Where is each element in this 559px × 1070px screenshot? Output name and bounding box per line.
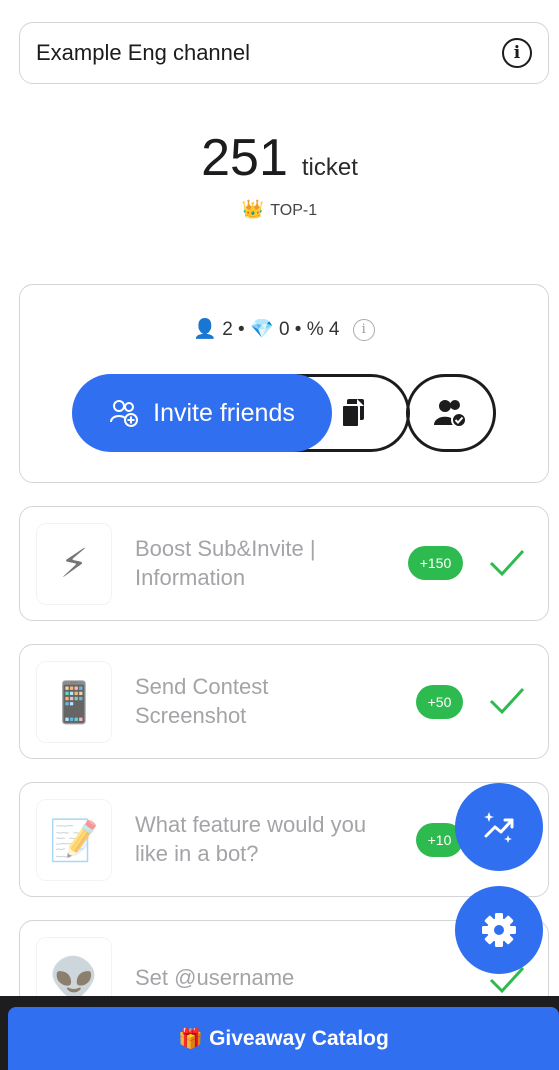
task-title: Send Contest Screenshot	[135, 674, 269, 728]
percent-value: % 4	[306, 319, 340, 340]
my-friends-button[interactable]	[406, 374, 496, 452]
channel-selector[interactable]: Example Eng channel i	[19, 22, 549, 84]
task-title: Boost Sub&Invite | Information	[135, 536, 316, 590]
ticket-unit: ticket	[301, 154, 358, 181]
giveaway-catalog-button[interactable]: 🎁 Giveaway Catalog	[8, 1007, 559, 1070]
task-item[interactable]: 📱 Send Contest Screenshot +50	[19, 644, 549, 759]
settings-fab-button[interactable]	[455, 886, 543, 974]
reward-badge: +50	[416, 685, 463, 719]
gems-count: 0	[278, 319, 290, 340]
phone-icon: 📱	[36, 661, 112, 743]
check-icon	[489, 549, 525, 577]
task-title: Set @username	[135, 965, 295, 990]
gem-icon: 💎	[249, 319, 274, 340]
lightning-icon: ⚡	[36, 523, 112, 605]
ticket-count: 251	[201, 129, 288, 187]
user-icon: 👤	[193, 319, 217, 340]
friends-check-icon	[434, 400, 467, 428]
giveaway-catalog-label: Giveaway Catalog	[209, 1026, 389, 1050]
task-title: What feature would you like in a bot?	[135, 812, 367, 866]
copy-icon	[342, 399, 364, 427]
stats-info-icon[interactable]: i	[352, 318, 375, 341]
gift-icon: 🎁	[178, 1028, 204, 1050]
stats-fab-button[interactable]	[455, 783, 543, 871]
separator: •	[294, 319, 302, 340]
ticket-counter: 251 ticket	[0, 128, 559, 188]
memo-icon: 📝	[36, 799, 112, 881]
separator: •	[238, 319, 245, 340]
rank-badge: 👑 TOP-1	[0, 199, 559, 220]
invite-card: 👤 2 • 💎 0 • % 4 i Invite friends	[19, 284, 549, 483]
add-user-icon	[110, 400, 139, 427]
info-icon[interactable]: i	[502, 38, 532, 68]
rank-label: TOP-1	[270, 202, 318, 219]
invite-friends-label: Invite friends	[153, 398, 295, 427]
task-item[interactable]: ⚡ Boost Sub&Invite | Information +150	[19, 506, 549, 621]
invite-friends-button[interactable]: Invite friends	[72, 374, 332, 452]
reward-badge: +150	[408, 546, 463, 580]
check-icon	[489, 687, 525, 715]
channel-name: Example Eng channel	[36, 40, 251, 65]
gear-icon	[482, 913, 516, 947]
crown-icon: 👑	[241, 199, 265, 219]
users-count: 2	[222, 319, 233, 340]
trend-sparkle-icon	[484, 812, 514, 843]
referral-stats: 👤 2 • 💎 0 • % 4 i	[20, 317, 548, 341]
